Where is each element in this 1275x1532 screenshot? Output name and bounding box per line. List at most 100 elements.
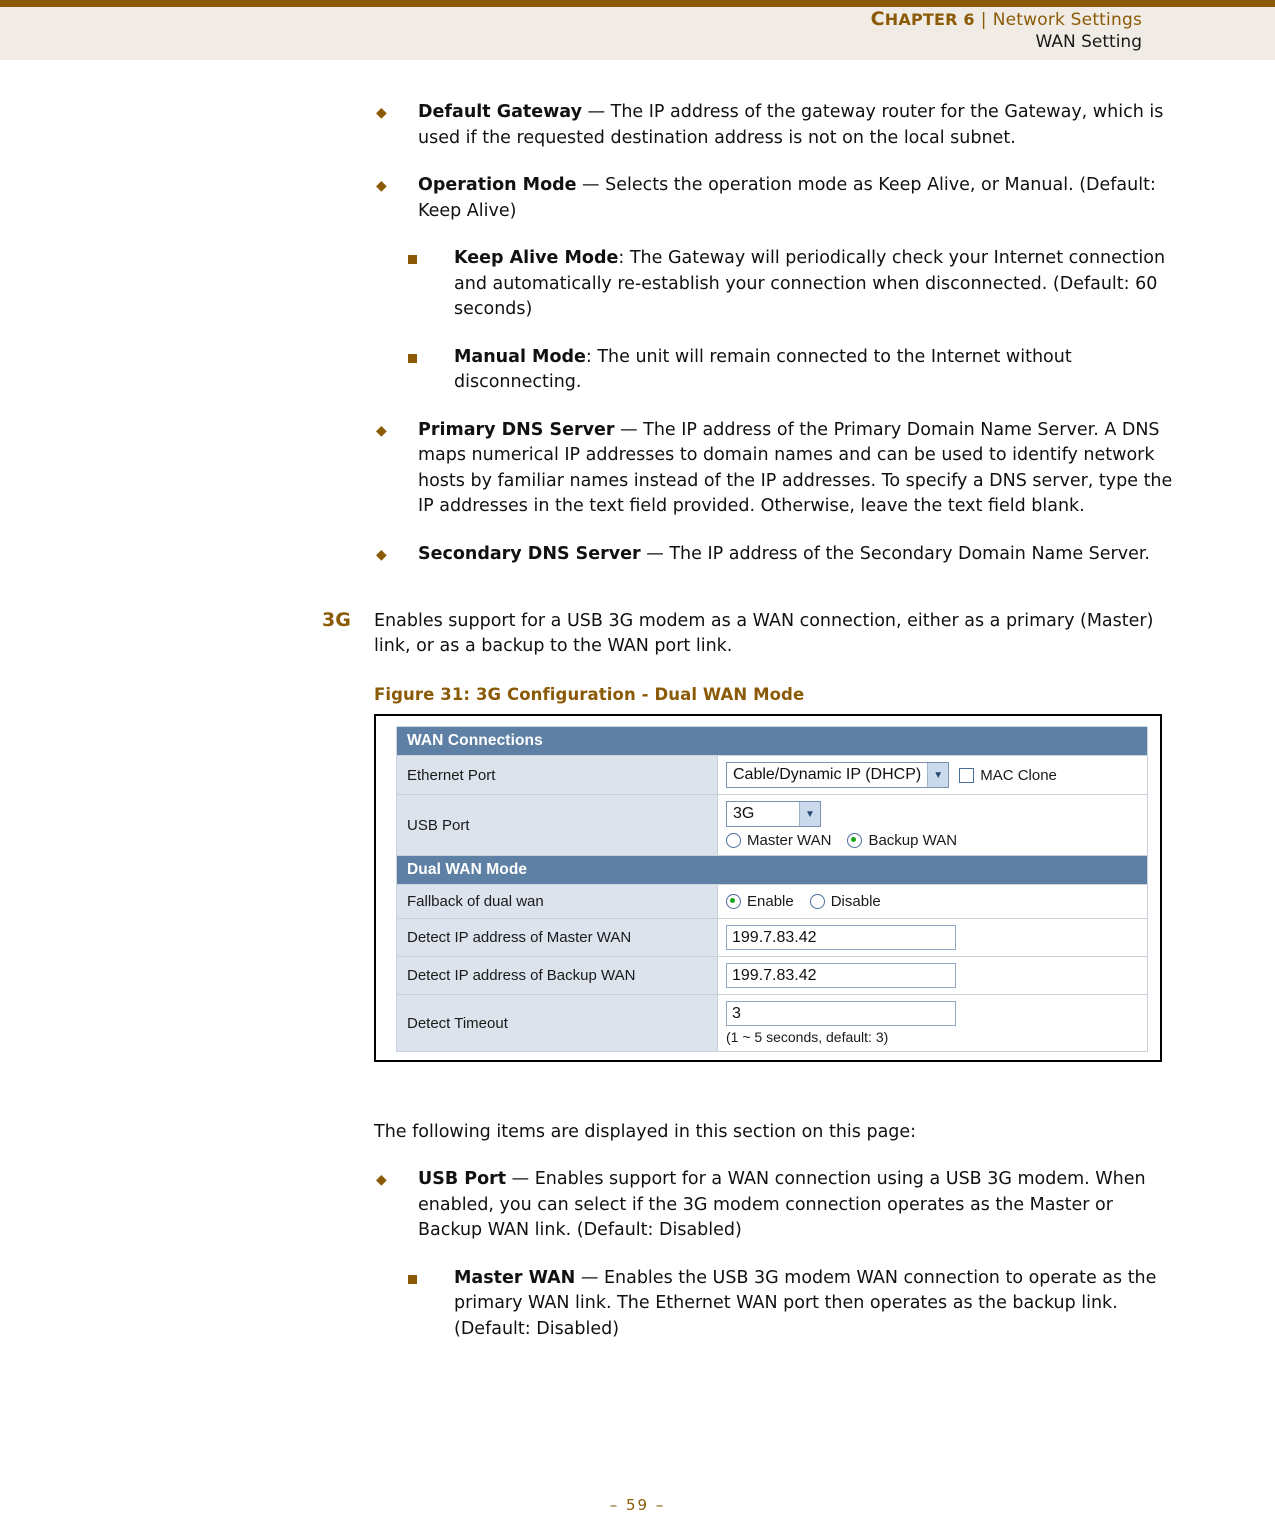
square-bullet-icon bbox=[408, 255, 417, 264]
chapter-rest: HAPTER 6 bbox=[884, 10, 975, 29]
figure-caption: Figure 31: 3G Configuration - Dual WAN M… bbox=[374, 685, 805, 704]
detect-timeout-value-cell: 3 (1 ~ 5 seconds, default: 3) bbox=[717, 994, 1148, 1052]
chevron-down-icon[interactable]: ▼ bbox=[927, 763, 949, 787]
header-rule bbox=[0, 0, 1275, 7]
usb-port-label: USB Port bbox=[396, 794, 718, 856]
chapter-cap: C bbox=[870, 8, 885, 30]
detect-timeout-hint: (1 ~ 5 seconds, default: 3) bbox=[726, 1029, 889, 1045]
table-section-header-wan-connections: WAN Connections bbox=[396, 726, 1148, 756]
diamond-bullet-icon: ◆ bbox=[376, 1172, 387, 1188]
ethernet-port-value-cell: Cable/Dynamic IP (DHCP) ▼ MAC Clone bbox=[717, 755, 1148, 795]
chapter-label: CHAPTER 6 bbox=[870, 8, 975, 30]
ethernet-port-select[interactable]: Cable/Dynamic IP (DHCP) ▼ bbox=[726, 762, 950, 788]
master-wan-radio-item[interactable]: Master WAN bbox=[726, 832, 831, 849]
bullet-primary-dns-server: ◆ Primary DNS Server — The IP address of… bbox=[374, 418, 1174, 520]
detect-backup-value-cell: 199.7.83.42 bbox=[717, 956, 1148, 995]
subbullet-dash: — bbox=[575, 1267, 604, 1288]
bullet-dash: — bbox=[576, 175, 606, 195]
ethernet-port-select-value: Cable/Dynamic IP (DHCP) bbox=[733, 766, 922, 783]
subbullet-term: Keep Alive Mode bbox=[454, 248, 619, 268]
bullet-usb-port: ◆ USB Port — Enables support for a WAN c… bbox=[374, 1167, 1174, 1244]
fallback-value-cell: Enable Disable bbox=[717, 884, 1148, 919]
bullet-default-gateway: ◆ Default Gateway — The IP address of th… bbox=[374, 100, 1174, 151]
backup-wan-radio-item[interactable]: Backup WAN bbox=[847, 832, 957, 849]
table-row-fallback: Fallback of dual wan Enable Disable bbox=[396, 884, 1148, 919]
master-wan-radio-label: Master WAN bbox=[747, 832, 832, 849]
bullet-secondary-dns-server: ◆ Secondary DNS Server — The IP address … bbox=[374, 542, 1174, 568]
subbullet-dash: : bbox=[618, 248, 630, 268]
bullet-term: USB Port bbox=[418, 1169, 507, 1189]
page-footer: – 59 – bbox=[0, 1496, 1275, 1514]
mac-clone-group[interactable]: MAC Clone bbox=[959, 766, 1057, 784]
detect-timeout-input[interactable]: 3 bbox=[726, 1001, 956, 1026]
detect-backup-input[interactable]: 199.7.83.42 bbox=[726, 963, 956, 988]
section-3g-body: Enables support for a USB 3G modem as a … bbox=[374, 611, 1154, 656]
bullet-dash: — bbox=[582, 102, 611, 122]
detect-master-value-cell: 199.7.83.42 bbox=[717, 918, 1148, 957]
table-section-header-dual-wan-mode: Dual WAN Mode bbox=[396, 855, 1148, 885]
header-section: Network Settings bbox=[992, 10, 1142, 30]
page-header: CHAPTER 6 | Network Settings WAN Setting bbox=[0, 0, 1275, 60]
wan-connections-title: WAN Connections bbox=[396, 726, 1148, 756]
usb-port-select[interactable]: 3G ▼ bbox=[726, 801, 821, 827]
header-separator: | bbox=[980, 10, 987, 30]
wan-connections-table: WAN Connections Ethernet Port Cable/Dyna… bbox=[396, 726, 1148, 1052]
chevron-down-icon[interactable]: ▼ bbox=[799, 802, 820, 826]
table-row-usb-port: USB Port 3G ▼ Master WAN Backup WAN bbox=[396, 794, 1148, 856]
page-content: ◆ Default Gateway — The IP address of th… bbox=[322, 100, 1174, 1364]
subbullet-term: Master WAN bbox=[454, 1267, 576, 1288]
diamond-bullet-icon: ◆ bbox=[376, 546, 387, 563]
fallback-disable-label: Disable bbox=[830, 893, 881, 910]
subbullet-manual-mode: Manual Mode: The unit will remain connec… bbox=[406, 345, 1174, 396]
section-margin-label-3g: 3G bbox=[322, 609, 351, 631]
header-subsection: WAN Setting bbox=[1035, 32, 1143, 52]
table-row-ethernet-port: Ethernet Port Cable/Dynamic IP (DHCP) ▼ … bbox=[396, 755, 1148, 795]
backup-wan-radio[interactable] bbox=[847, 833, 863, 848]
mac-clone-checkbox[interactable] bbox=[959, 767, 975, 783]
fallback-disable-radio-item[interactable]: Disable bbox=[809, 893, 881, 910]
diamond-bullet-icon: ◆ bbox=[376, 105, 387, 121]
square-bullet-icon bbox=[408, 1274, 417, 1284]
detect-master-label: Detect IP address of Master WAN bbox=[396, 918, 718, 957]
diamond-bullet-icon: ◆ bbox=[376, 422, 387, 439]
usb-port-value-cell: 3G ▼ Master WAN Backup WAN bbox=[717, 794, 1148, 856]
fallback-enable-radio[interactable] bbox=[726, 894, 741, 909]
fallback-label: Fallback of dual wan bbox=[396, 884, 718, 919]
subbullet-term: Manual Mode bbox=[454, 346, 586, 367]
figure-image-3g-configuration: WAN Connections Ethernet Port Cable/Dyna… bbox=[374, 714, 1162, 1062]
mac-clone-label: MAC Clone bbox=[980, 766, 1057, 784]
detect-master-input[interactable]: 199.7.83.42 bbox=[726, 925, 956, 950]
detect-timeout-label: Detect Timeout bbox=[396, 994, 718, 1052]
table-row-detect-timeout: Detect Timeout 3 (1 ~ 5 seconds, default… bbox=[396, 994, 1148, 1052]
header-chapter-line: CHAPTER 6 | Network Settings bbox=[871, 8, 1142, 30]
backup-wan-radio-label: Backup WAN bbox=[868, 832, 958, 849]
subbullet-master-wan: Master WAN — Enables the USB 3G modem WA… bbox=[406, 1266, 1174, 1343]
dual-wan-mode-title: Dual WAN Mode bbox=[396, 855, 1148, 885]
section-3g: 3G Enables support for a USB 3G modem as… bbox=[322, 609, 1174, 1062]
table-row-detect-master: Detect IP address of Master WAN 199.7.83… bbox=[396, 918, 1148, 957]
fallback-disable-radio[interactable] bbox=[809, 894, 825, 909]
detect-backup-label: Detect IP address of Backup WAN bbox=[396, 956, 718, 995]
ethernet-port-label: Ethernet Port bbox=[396, 755, 718, 795]
fallback-enable-label: Enable bbox=[747, 893, 794, 910]
fallback-radio-group: Enable Disable bbox=[726, 893, 1139, 910]
bullet-text: The IP address of the Secondary Domain N… bbox=[669, 543, 1150, 564]
fallback-enable-radio-item[interactable]: Enable bbox=[726, 893, 794, 910]
bullet-term: Default Gateway bbox=[418, 102, 582, 122]
bullet-dash: — bbox=[506, 1169, 535, 1189]
bullet-term: Primary DNS Server bbox=[418, 419, 615, 440]
bullet-dash: — bbox=[614, 419, 644, 440]
subbullet-keep-alive-mode: Keep Alive Mode: The Gateway will period… bbox=[406, 246, 1174, 323]
intro-items-paragraph: The following items are displayed in thi… bbox=[374, 1122, 917, 1142]
bullet-dash: — bbox=[640, 543, 670, 564]
bullet-term: Secondary DNS Server bbox=[418, 543, 641, 564]
usb-port-select-value: 3G bbox=[733, 805, 755, 822]
square-bullet-icon bbox=[408, 353, 417, 363]
master-wan-radio[interactable] bbox=[726, 833, 741, 848]
table-row-detect-backup: Detect IP address of Backup WAN 199.7.83… bbox=[396, 956, 1148, 995]
bullet-term: Operation Mode bbox=[418, 175, 577, 195]
diamond-bullet-icon: ◆ bbox=[376, 178, 387, 194]
subbullet-dash: : bbox=[585, 346, 598, 367]
bullet-operation-mode: ◆ Operation Mode — Selects the operation… bbox=[374, 173, 1174, 224]
wan-role-radio-group: Master WAN Backup WAN bbox=[726, 832, 1139, 849]
